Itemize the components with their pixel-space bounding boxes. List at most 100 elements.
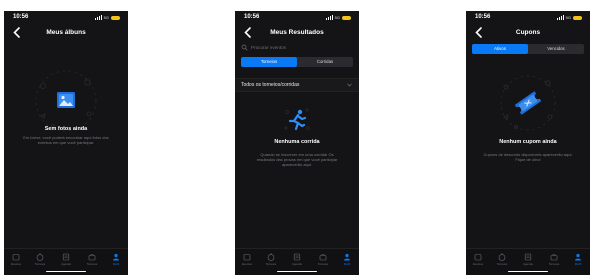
status-icons: 5G [94, 15, 120, 20]
search-input[interactable]: Procurar eventos [241, 43, 353, 51]
tab-torneios-2[interactable]: Torneios [82, 253, 102, 266]
network-label: 5G [334, 15, 340, 20]
tab-torneios[interactable]: Torneios [261, 253, 281, 266]
nav-bar: Meus álbuns [4, 25, 128, 41]
tab-perfil[interactable]: Perfil [568, 253, 588, 266]
tab-bar: Eventos Torneios Agenda Torneios Perfil [4, 248, 128, 275]
person-icon [344, 253, 350, 261]
filter-dropdown[interactable]: Todos os torneios/corridas [235, 78, 359, 92]
chevron-down-icon [347, 83, 352, 87]
status-bar: 10:56 5G [235, 11, 359, 25]
tab-label: Eventos [472, 262, 484, 266]
filter-label: Todos os torneios/corridas [241, 82, 300, 88]
tab-label: Perfil [343, 262, 351, 266]
stopwatch-icon [498, 253, 506, 261]
photo-icon [57, 92, 75, 108]
tab-label: Agenda [523, 262, 533, 266]
tab-torneios-2[interactable]: Torneios [544, 253, 564, 266]
tab-agenda[interactable]: Agenda [56, 253, 76, 266]
calendar-icon [243, 254, 251, 261]
home-indicator [277, 270, 317, 272]
person-icon [113, 253, 119, 261]
tab-label: Agenda [61, 262, 71, 266]
bag-icon [319, 254, 327, 261]
tab-label: Torneios [34, 262, 46, 266]
tab-perfil[interactable]: Perfil [337, 253, 357, 266]
bag-icon [550, 254, 558, 261]
tab-label: Agenda [292, 262, 302, 266]
tab-agenda[interactable]: Agenda [287, 253, 307, 266]
page-title: Meus Resultados [270, 29, 324, 36]
network-label: 5G [565, 15, 571, 20]
tab-label: Torneios [317, 262, 329, 266]
tab-label: Perfil [574, 262, 582, 266]
empty-state-title: Nenhuma corrida [274, 139, 320, 145]
tab-eventos[interactable]: Eventos [6, 253, 26, 266]
search-icon [241, 44, 248, 51]
signal-icon [556, 15, 564, 20]
calendar-icon [12, 254, 20, 261]
status-icons: 5G [325, 15, 351, 20]
tab-agenda[interactable]: Agenda [518, 253, 538, 266]
empty-state-title: Nenhum cupom ainda [499, 139, 557, 145]
tab-eventos[interactable]: Eventos [237, 253, 257, 266]
segment-corridas[interactable]: Corridas [297, 57, 353, 67]
runner-icon [284, 108, 310, 131]
coupon-illustration [500, 75, 556, 131]
segmented-control: Torneios Corridas [241, 57, 353, 67]
page-title: Cupons [515, 29, 541, 36]
status-time: 10:56 [244, 14, 260, 20]
tab-label: Torneios [496, 262, 508, 266]
tab-torneios[interactable]: Torneios [30, 253, 50, 266]
search-placeholder: Procurar eventos [251, 44, 286, 50]
status-bar: 10:56 5G [4, 11, 128, 25]
network-label: 5G [103, 15, 109, 20]
bag-icon [88, 254, 96, 261]
agenda-icon [62, 253, 70, 261]
segment-vencidos[interactable]: Vencidos [528, 44, 584, 54]
ticket-icon [514, 91, 542, 115]
empty-state-title: Sem fotos ainda [44, 126, 88, 132]
status-time: 10:56 [13, 14, 29, 20]
nav-bar: Cupons [466, 25, 590, 41]
tab-perfil[interactable]: Perfil [106, 253, 126, 266]
segmented-control: Ativos Vencidos [472, 44, 584, 54]
tab-label: Perfil [112, 262, 120, 266]
tab-bar: Eventos Torneios Agenda Torneios Perfil [235, 248, 359, 275]
tab-label: Torneios [265, 262, 277, 266]
tab-label: Torneios [548, 262, 560, 266]
home-indicator [508, 270, 548, 272]
tab-bar: Eventos Torneios Agenda Torneios Perfil [466, 248, 590, 275]
tab-label: Torneios [86, 262, 98, 266]
page-title: Meus álbuns [46, 29, 86, 36]
agenda-icon [524, 253, 532, 261]
phone-screen-albums: 10:56 5G Meus álbuns Sem fotos ainda Em … [4, 11, 128, 275]
agenda-icon [293, 253, 301, 261]
tab-torneios-2[interactable]: Torneios [313, 253, 333, 266]
person-icon [575, 253, 581, 261]
tab-eventos[interactable]: Eventos [468, 253, 488, 266]
empty-state-description: Cupons de desconto disponíveis aparecerã… [483, 152, 573, 162]
battery-icon [111, 15, 120, 20]
stopwatch-icon [267, 253, 275, 261]
battery-icon [573, 15, 582, 20]
status-bar: 10:56 5G [466, 11, 590, 25]
nav-bar: Meus Resultados [235, 25, 359, 41]
phone-screen-results: 10:56 5G Meus Resultados Procurar evento… [235, 11, 359, 275]
empty-state-description: Quando se inscrever em uma corrida! Os r… [256, 152, 338, 167]
home-indicator [46, 270, 86, 272]
stopwatch-icon [36, 253, 44, 261]
empty-state-description: Em breve, você poderá encontrar aqui fot… [23, 135, 109, 145]
tab-label: Eventos [241, 262, 253, 266]
phone-screen-coupons: 10:56 5G Cupons Ativos Vencidos Nenhum c… [466, 11, 590, 275]
signal-icon [94, 15, 102, 20]
calendar-icon [474, 254, 482, 261]
battery-icon [342, 15, 351, 20]
status-icons: 5G [556, 15, 582, 20]
signal-icon [325, 15, 333, 20]
status-time: 10:56 [475, 14, 491, 20]
segment-torneios[interactable]: Torneios [241, 57, 297, 67]
segment-ativos[interactable]: Ativos [472, 44, 528, 54]
tab-torneios[interactable]: Torneios [492, 253, 512, 266]
tab-label: Eventos [10, 262, 22, 266]
